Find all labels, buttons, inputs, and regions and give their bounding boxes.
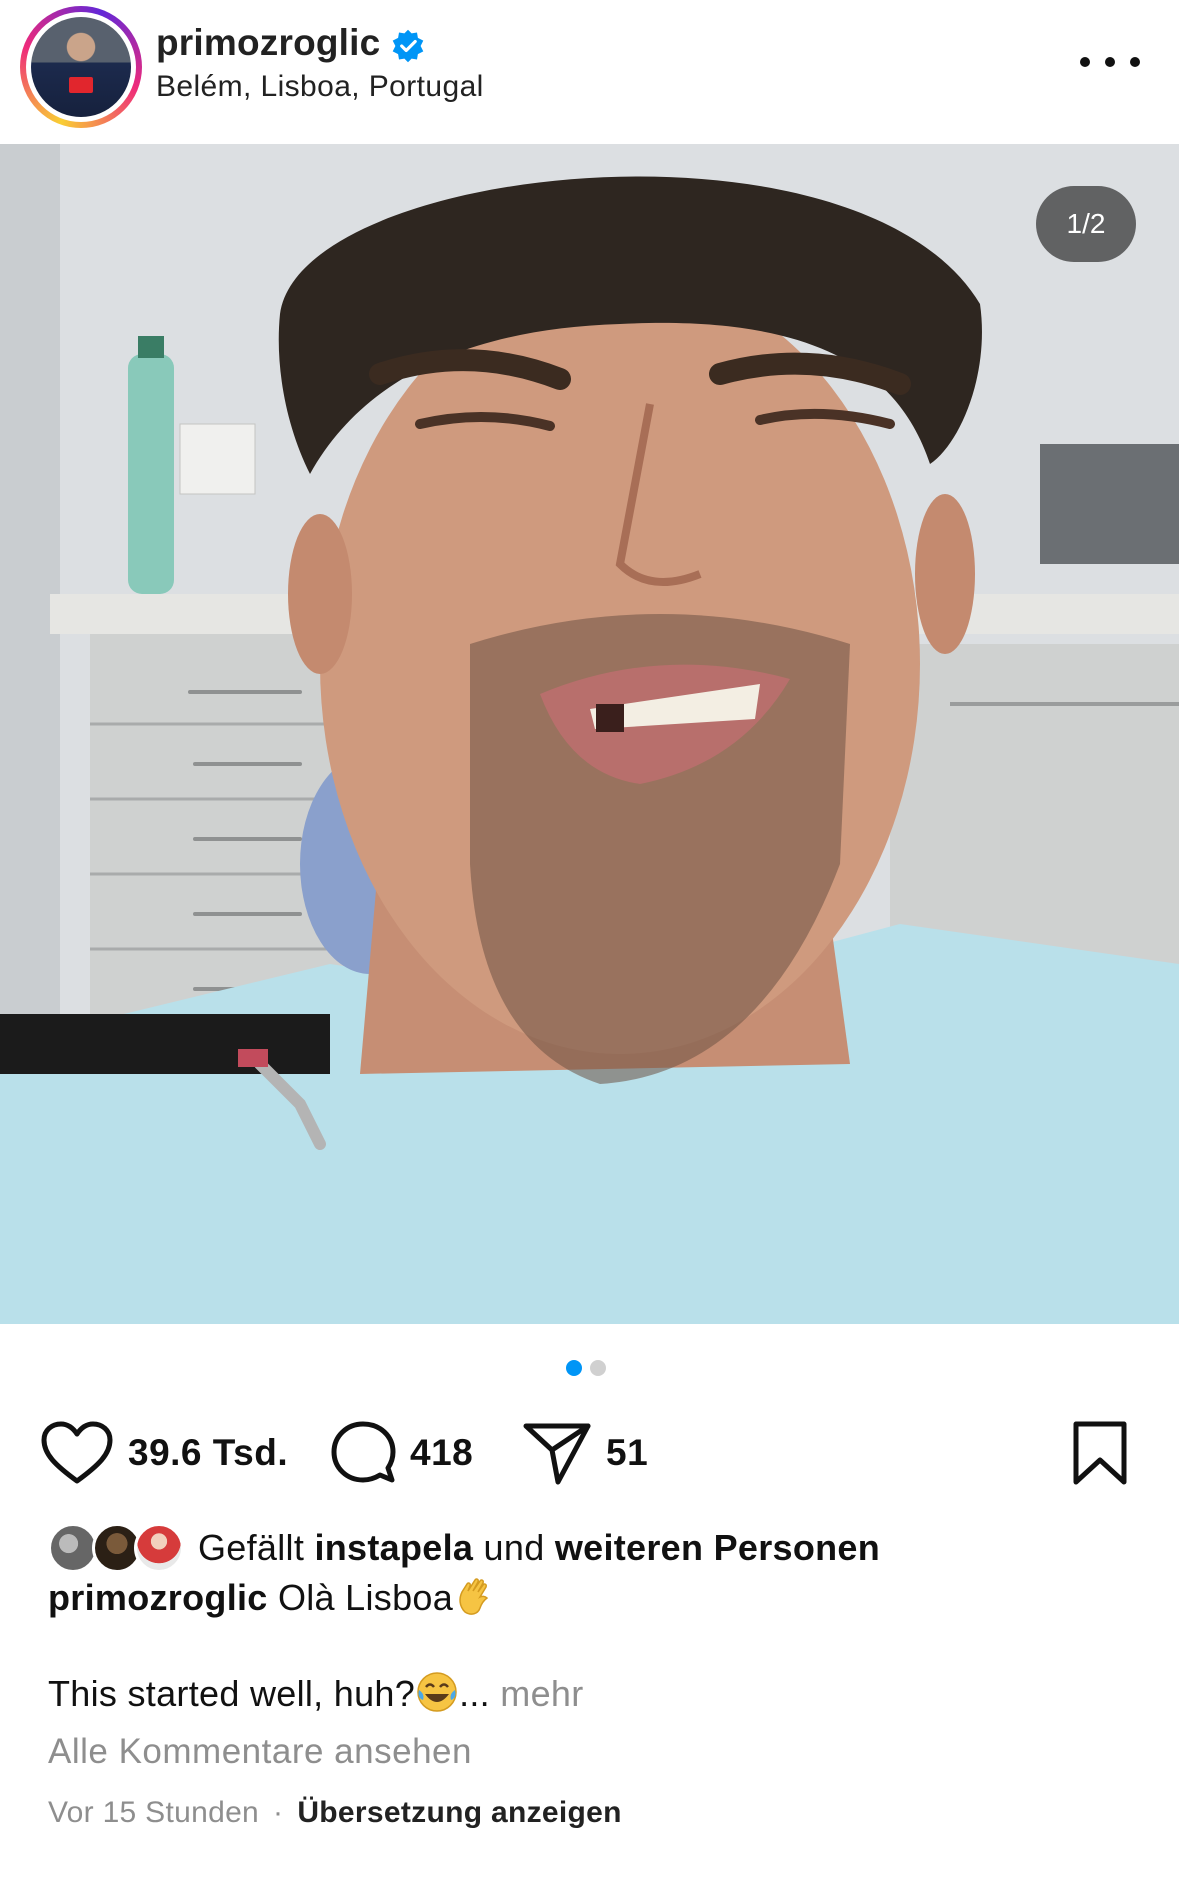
share-button[interactable]: 51 [522,1408,648,1498]
verified-badge-icon [392,29,424,63]
post-image[interactable] [0,144,1179,1324]
view-all-comments-link[interactable]: Alle Kommentare ansehen [48,1732,472,1772]
post-timestamp: Vor 15 Stunden [48,1796,260,1829]
avatar [134,1523,184,1573]
media-counter: 1/2 [1036,186,1136,262]
caption: primozroglic Olà Lisboa [48,1574,497,1619]
more-options-icon[interactable] [1080,44,1140,80]
post-meta: Vor 15 Stunden · Übersetzung anzeigen [48,1796,622,1830]
share-icon[interactable] [522,1420,592,1486]
meta-separator: · [273,1796,284,1829]
like-button[interactable]: 39.6 Tsd. [40,1408,288,1498]
comment-count[interactable]: 418 [410,1432,473,1474]
carousel-dot-active [566,1360,582,1376]
liker-avatars[interactable] [48,1520,188,1576]
caption-username[interactable]: primozroglic [48,1577,268,1618]
liked-by-text[interactable]: Gefällt instapela und weiteren Personen [198,1527,880,1569]
liked-by-connector: und [483,1527,545,1568]
waving-hand-icon [459,1578,489,1615]
bookmark-icon[interactable] [1070,1420,1130,1486]
translate-link[interactable]: Übersetzung anzeigen [297,1796,621,1830]
comment-button[interactable]: 418 [330,1408,473,1498]
caption-ellipsis: ... [459,1673,490,1714]
liked-by-others[interactable]: weiteren Personen [555,1527,880,1568]
action-bar: 39.6 Tsd. 418 51 [0,1408,1179,1498]
carousel-indicator [566,1360,606,1376]
caption-line-2-text: This started well, huh? [48,1673,416,1714]
liked-by-line[interactable]: Gefällt instapela und weiteren Personen [48,1520,880,1576]
jersey-logo [69,77,93,93]
avatar [48,1523,98,1573]
caption-more-link[interactable]: mehr [500,1673,583,1714]
dentist-selfie-illustration [0,144,1179,1324]
heart-icon[interactable] [40,1421,114,1485]
post-username[interactable]: primozroglic [156,22,380,64]
liked-by-prefix: Gefällt [198,1527,305,1568]
caption-line-2: This started well, huh? ... mehr [48,1670,584,1715]
comment-icon[interactable] [330,1420,396,1486]
profile-avatar[interactable] [31,17,131,117]
tears-of-joy-icon [417,1672,457,1712]
post-header: primozroglic Belém, Lisboa, Portugal [0,0,1179,144]
caption-text: Olà Lisboa [277,1577,454,1618]
share-count[interactable]: 51 [606,1432,648,1474]
like-count[interactable]: 39.6 Tsd. [128,1432,288,1474]
liked-by-user[interactable]: instapela [314,1527,473,1568]
save-button[interactable] [1070,1408,1130,1498]
story-ring[interactable] [20,6,142,128]
post-location[interactable]: Belém, Lisboa, Portugal [156,70,484,104]
carousel-dot [590,1360,606,1376]
